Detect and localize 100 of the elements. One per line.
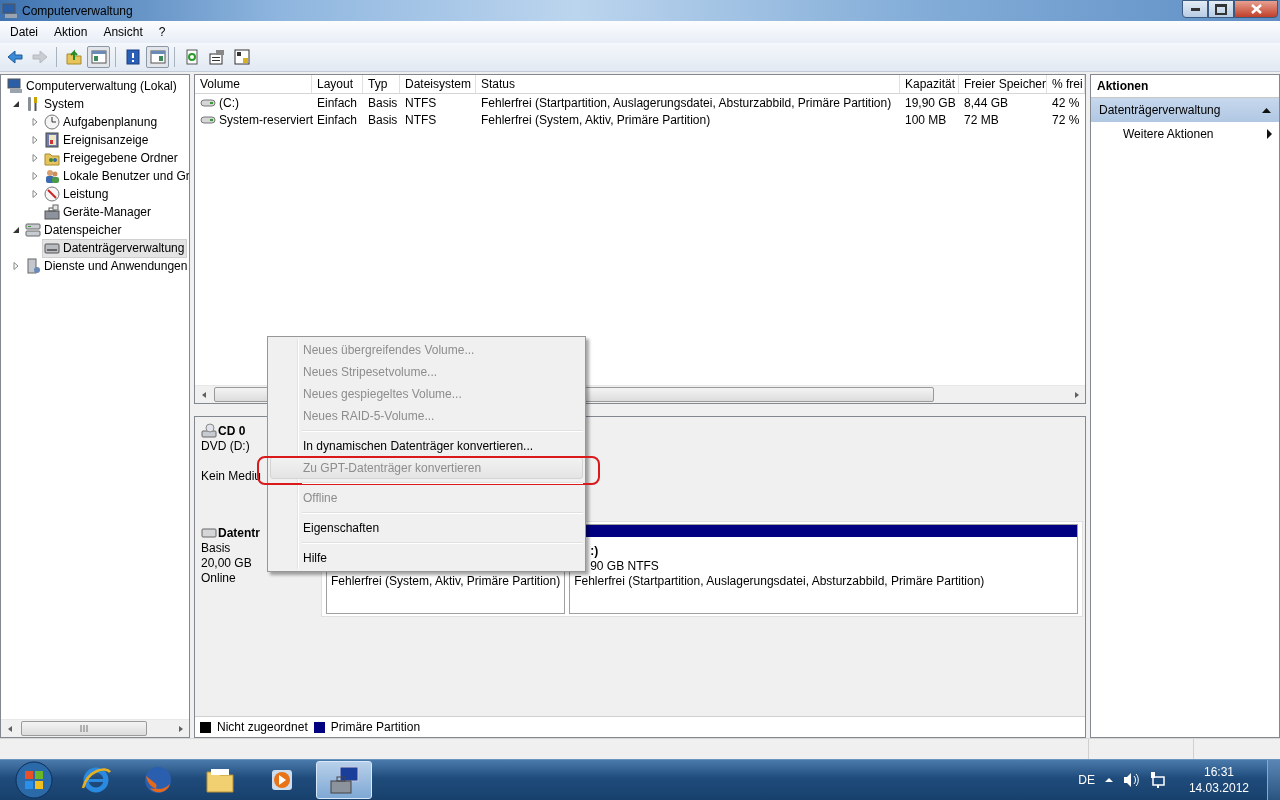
storage-icon xyxy=(25,222,41,238)
partition-name: :) xyxy=(589,544,600,559)
menu-item[interactable]: Datei xyxy=(2,22,46,42)
disk-size: 20,00 GB xyxy=(201,556,252,571)
scroll-left-icon xyxy=(200,390,207,399)
column-header[interactable]: Layout xyxy=(312,75,363,93)
table-cell: (C:) xyxy=(219,95,239,110)
computer-icon xyxy=(7,78,23,94)
table-cell: 8,44 GB xyxy=(964,95,1009,110)
disk-drive-icon xyxy=(44,240,60,256)
table-cell: 42 % xyxy=(1052,95,1080,110)
column-header[interactable]: % frei xyxy=(1047,75,1085,93)
table-cell: Fehlerfrei (System, Aktiv, Primäre Partition) xyxy=(481,112,711,127)
tree-item[interactable]: Leistung xyxy=(42,184,112,204)
scroll-right-icon xyxy=(177,724,184,733)
action-link[interactable]: Weitere Aktionen xyxy=(1091,122,1279,146)
disk-name: CD 0 xyxy=(218,423,246,439)
drive-icon xyxy=(200,114,216,125)
refresh-icon xyxy=(183,49,200,65)
table-cell: 19,90 GB xyxy=(905,95,956,110)
legend-label: Primäre Partition xyxy=(330,720,421,734)
partition-box[interactable]: :) 90 GB NTFS Fehlerfrei (Startpartition, Auslagerungsdatei, Absturzabbild, Primäre Partition) xyxy=(569,524,1078,614)
table-cell: Fehlerfrei (Startpartition, Auslagerungsdatei, Absturzabbild, Primäre Partition) xyxy=(481,95,892,110)
tree-item[interactable]: Dienste und Anwendungen xyxy=(23,256,189,276)
book-icon xyxy=(44,132,60,148)
expander-icon xyxy=(31,190,39,198)
expander-icon xyxy=(31,118,39,126)
close-button[interactable] xyxy=(1234,0,1278,18)
show-hidden-icons-icon[interactable] xyxy=(1104,777,1113,783)
scroll-right-icon xyxy=(1073,390,1080,399)
table-cell: Einfach xyxy=(317,112,358,127)
menu-item[interactable]: Ansicht xyxy=(95,22,151,42)
column-header[interactable]: Typ xyxy=(363,75,400,93)
legend-label: Nicht zugeordnet xyxy=(217,720,308,734)
tree-item[interactable]: Freigegebene Ordner xyxy=(42,148,181,168)
table-cell: NTFS xyxy=(405,112,437,127)
table-cell: 100 MB xyxy=(905,112,947,127)
expander-icon xyxy=(12,262,20,270)
forward-arrow-icon xyxy=(31,49,48,65)
computer-icon xyxy=(2,2,18,19)
back-arrow-icon xyxy=(6,49,23,65)
disk-type: Basis xyxy=(201,541,231,556)
section-header[interactable]: Datenträgerverwaltung xyxy=(1091,98,1279,122)
expander-icon xyxy=(31,172,39,180)
horizontal-scrollbar[interactable] xyxy=(1,719,189,737)
close-icon xyxy=(1250,4,1262,14)
computer-toolbox-icon xyxy=(328,764,360,796)
scrollbar-thumb[interactable] xyxy=(21,721,147,736)
tree-item[interactable]: System xyxy=(23,94,87,114)
window-title: Computerverwaltung xyxy=(22,3,133,18)
partition-status: Fehlerfrei (Startpartition, Auslagerungsdatei, Absturzabbild, Primäre Partition) xyxy=(574,574,986,589)
menu-item[interactable]: In dynamischen Datenträger konvertieren... xyxy=(270,435,583,457)
language-indicator[interactable]: DE xyxy=(1078,773,1095,787)
menu-item[interactable]: Aktion xyxy=(46,22,96,42)
menu-item[interactable]: ? xyxy=(150,22,174,42)
partition-status: Fehlerfrei (System, Aktiv, Primäre Partition) xyxy=(331,574,561,589)
panel-left-icon xyxy=(90,49,107,65)
column-header[interactable]: Status xyxy=(476,75,900,93)
column-header[interactable]: Freier Speicher xyxy=(959,75,1047,93)
tree-item[interactable]: Aufgabenplanung xyxy=(42,112,161,132)
table-cell: Einfach xyxy=(317,95,358,110)
disk-status: Online xyxy=(201,571,236,586)
up-folder-icon xyxy=(65,49,82,65)
clock[interactable]: 16:31 14.03.2012 xyxy=(1188,764,1249,796)
column-header[interactable]: Kapazität xyxy=(900,75,959,93)
server-icon xyxy=(25,258,41,274)
collapse-triangle-icon xyxy=(1262,106,1271,114)
expander-icon xyxy=(31,154,39,162)
tree-item[interactable]: Computerverwaltung (Lokal) xyxy=(5,76,180,96)
speaker-icon[interactable] xyxy=(1122,772,1139,788)
tree-item[interactable]: Lokale Benutzer und Gr xyxy=(42,166,189,186)
tree-item[interactable]: Geräte-Manager xyxy=(42,202,155,222)
scroll-left-icon xyxy=(6,724,13,733)
drive-icon xyxy=(200,97,216,108)
disk-drive-icon xyxy=(201,525,217,541)
taskbar-app[interactable] xyxy=(316,761,372,799)
show-desktop-button[interactable] xyxy=(1267,760,1280,800)
minimize-button[interactable] xyxy=(1182,0,1208,18)
users-icon xyxy=(44,168,60,184)
cd-drive-icon xyxy=(201,423,217,439)
properties-icon xyxy=(208,49,225,65)
disk-type: DVD (D:) xyxy=(201,439,250,454)
tree-item[interactable]: Ereignisanzeige xyxy=(42,130,152,150)
panel-right-icon xyxy=(149,49,166,65)
table-cell: Basis xyxy=(368,112,398,127)
table-cell: 72 % xyxy=(1052,112,1080,127)
expander-icon xyxy=(31,136,39,144)
maximize-button[interactable] xyxy=(1208,0,1234,18)
table-cell: 72 MB xyxy=(964,112,999,127)
submenu-arrow-icon xyxy=(1267,129,1273,139)
column-header[interactable]: Dateisystem xyxy=(400,75,476,93)
table-cell: System-reserviert xyxy=(219,112,313,127)
tree-item[interactable]: Datenspeicher xyxy=(23,220,125,240)
tree-item[interactable]: Datenträgerverwaltung xyxy=(42,238,188,258)
column-header[interactable]: Volume xyxy=(195,75,312,93)
clock-icon xyxy=(44,114,60,130)
expander-icon xyxy=(12,226,20,234)
table-cell: NTFS xyxy=(405,95,437,110)
fox-globe-icon xyxy=(142,764,174,796)
network-icon[interactable] xyxy=(1148,772,1165,788)
